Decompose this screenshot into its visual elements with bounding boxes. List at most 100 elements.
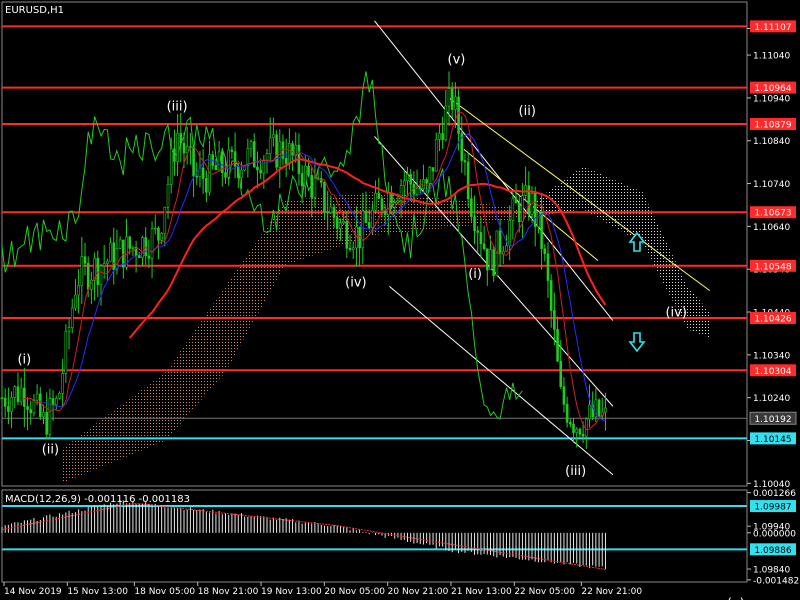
candle-body: [51, 398, 55, 406]
candle-body: [42, 411, 45, 417]
candle-body: [438, 133, 441, 140]
candle-body: [364, 210, 368, 223]
candle-body: [470, 198, 473, 217]
candle-body: [259, 169, 262, 174]
candle-body: [173, 148, 176, 162]
candle-body: [339, 222, 342, 229]
time-tick-label: 22 Nov 21:00: [581, 587, 642, 597]
candle-body: [505, 245, 508, 252]
candle-body: [106, 260, 109, 264]
candle-body: [597, 399, 601, 417]
candle-body: [396, 200, 400, 203]
candle-body: [310, 175, 314, 198]
candle-body: [102, 263, 106, 267]
candle-body: [137, 255, 141, 259]
candle-body: [131, 246, 135, 249]
candle-body: [444, 105, 448, 141]
candle-body: [371, 210, 374, 228]
price-tick-label: 1.11040: [753, 52, 790, 62]
candle-body: [195, 175, 199, 178]
candle-body: [581, 433, 585, 437]
candle-body: [16, 386, 20, 403]
wave-label: (iv): [665, 305, 686, 320]
candle-body: [565, 404, 569, 423]
candle-body: [549, 280, 553, 311]
candle-body: [236, 165, 240, 179]
candle-body: [521, 195, 524, 222]
candle-body: [224, 172, 227, 178]
candle-body: [533, 193, 537, 227]
price-tick-label: 1.10740: [753, 180, 790, 190]
candle-body: [553, 310, 556, 330]
candle-body: [77, 285, 80, 296]
wave-label: (iv): [345, 275, 366, 290]
candle-body: [546, 253, 550, 281]
candle-body: [70, 307, 74, 328]
candle-body: [256, 166, 259, 171]
candle-body: [380, 198, 384, 211]
candle-body: [345, 221, 349, 249]
candle-body: [0, 397, 4, 399]
candle-body: [387, 193, 390, 216]
candle-body: [217, 151, 221, 171]
candle-body: [361, 210, 365, 249]
time-tick-label: 20 Nov 21:00: [388, 587, 449, 597]
candle-body: [240, 169, 243, 179]
wave-label: (v): [448, 53, 466, 68]
wave-label: (iii): [565, 464, 586, 479]
candle-body: [265, 153, 269, 161]
candle-body: [233, 151, 237, 167]
candle-body: [406, 174, 409, 182]
wave-label: (i): [468, 267, 482, 282]
candle-body: [355, 226, 358, 249]
candle-body: [422, 179, 425, 189]
current-price-label: 1.10192: [754, 415, 791, 425]
candle-body: [32, 399, 36, 414]
price-tick-label: 1.10940: [753, 94, 790, 104]
candle-body: [13, 386, 17, 398]
eurusd-h1-chart[interactable]: (i) (ii) (iii) (iv) (v) (i) (ii) (iii) (iv) (v) E…: [0, 0, 800, 600]
candle-body: [473, 216, 476, 232]
resistance-level-label: 1.10426: [754, 315, 791, 325]
time-tick-label: 18 Nov 21:00: [198, 587, 259, 597]
candle-body: [511, 198, 515, 221]
time-tick-label: 21 Nov 13:00: [451, 587, 512, 597]
candle-body: [10, 397, 13, 412]
candle-body: [450, 88, 454, 110]
candle-body: [112, 242, 116, 270]
candle-body: [498, 230, 502, 255]
candle-body: [409, 174, 412, 185]
wave-label: (ii): [42, 442, 59, 457]
candle-body: [3, 397, 7, 407]
time-tick-label: 22 Nov 05:00: [514, 587, 575, 597]
candle-body: [476, 230, 480, 233]
candle-body: [326, 211, 329, 214]
price-tick-label: 1.10840: [753, 137, 790, 147]
candle-body: [486, 248, 489, 271]
candle-body: [578, 428, 582, 435]
time-tick-label: 14 Nov 2019: [4, 587, 62, 597]
candle-body: [377, 192, 381, 199]
resistance-level-label: 1.10673: [754, 209, 791, 219]
candle-body: [23, 387, 26, 407]
price-tick-label: 1.10240: [753, 394, 790, 404]
candle-body: [383, 210, 387, 216]
candle-body: [572, 423, 575, 433]
candle-body: [479, 232, 483, 245]
candle-body: [163, 206, 167, 234]
candle-body: [501, 250, 505, 255]
candle-body: [54, 398, 58, 406]
candle-body: [176, 133, 179, 162]
support-level-label: 1.10145: [754, 435, 791, 445]
macd-tick-label: -0.001482: [753, 576, 799, 586]
resistance-level-label: 1.10879: [754, 121, 791, 131]
candle-body: [74, 294, 77, 309]
candle-body: [348, 248, 352, 250]
candle-body: [179, 133, 183, 144]
resistance-level-label: 1.11107: [754, 23, 791, 33]
candle-body: [575, 428, 579, 433]
candle-body: [540, 211, 543, 249]
candle-body: [367, 222, 371, 228]
price-tick-label: 1.10340: [753, 351, 790, 361]
candle-body: [447, 88, 451, 107]
